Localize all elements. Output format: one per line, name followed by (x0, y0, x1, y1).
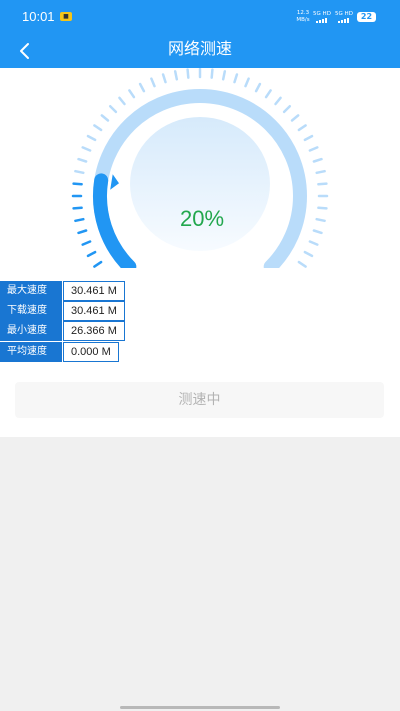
gauge-tick (72, 182, 83, 186)
stat-label: 平均速度 (0, 342, 62, 362)
back-icon[interactable] (10, 36, 40, 66)
gauge-tick (173, 70, 179, 81)
status-time: 10:01 (22, 9, 55, 24)
gauge-tick (81, 146, 92, 152)
gauge-tick (186, 68, 190, 79)
gauge-tick (93, 260, 103, 268)
gauge-tick (108, 104, 118, 114)
gauge-tick (317, 182, 328, 186)
stat-label: 最小速度 (0, 321, 62, 341)
gauge-tick (161, 73, 167, 84)
gauge-tick (244, 77, 250, 88)
gauge-tick (308, 146, 319, 152)
gauge-progress-arc (92, 173, 137, 268)
gauge-tick (93, 124, 103, 132)
gauge-tick (308, 240, 319, 246)
gauge-tick (274, 96, 282, 106)
gauge-tick (282, 104, 292, 114)
gauge-tick (150, 77, 156, 88)
speed-progress-value: 20% (179, 206, 225, 231)
gauge-tick (77, 229, 88, 235)
gauge-tick (138, 82, 146, 93)
gauge-tick (72, 206, 83, 210)
gauge-tick (86, 250, 97, 258)
gauge-tick (233, 73, 239, 84)
gauge-tick (312, 229, 323, 235)
gauge-tick (297, 260, 307, 268)
gauge-needle-icon (110, 174, 119, 190)
signal-bars-icon (316, 17, 327, 23)
stat-value: 30.461 M (63, 281, 125, 301)
status-bar: 10:01 ■ 12.3 MB/s 5G HD 5G HD 22 (0, 0, 400, 34)
stat-value: 26.366 M (63, 321, 125, 341)
gauge-tick (210, 68, 214, 79)
gauge-tick (297, 124, 307, 132)
speed-test-button[interactable]: 测速中 (15, 382, 384, 418)
gauge-tick (118, 96, 126, 106)
signal-bars-icon (338, 17, 349, 23)
network-speed-indicator: 12.3 MB/s (294, 10, 312, 23)
gauge-tick (315, 217, 326, 223)
home-indicator[interactable] (120, 706, 280, 709)
gauge-tick (128, 89, 136, 99)
gauge-tick (74, 217, 85, 223)
gauge-tick (86, 134, 97, 142)
gauge-tick (317, 206, 328, 210)
gauge-tick (303, 250, 314, 258)
signal-5g-icon: 5G HD (312, 11, 332, 25)
gauge-tick (100, 114, 110, 122)
gauge-tick (74, 169, 85, 175)
stat-label: 下载速度 (0, 301, 62, 321)
page-title: 网络测速 (167, 39, 232, 58)
gauge-tick (77, 157, 88, 163)
gauge-tick (290, 114, 300, 122)
stat-value: 0.000 M (63, 342, 119, 362)
notification-icon: ■ (60, 12, 72, 21)
gauge-tick (81, 240, 92, 246)
speed-test-panel: 20% 最大速度 30.461 M 下载速度 30.461 M 最小速度 26.… (0, 68, 400, 437)
stat-value: 30.461 M (63, 301, 125, 321)
gauge-tick (221, 70, 227, 81)
speed-gauge (71, 68, 329, 268)
network-speed-unit: MB/s (296, 16, 310, 23)
app-header: 网络测速 (0, 34, 400, 68)
gauge-tick (264, 89, 272, 99)
gauge-tick (312, 157, 323, 163)
gauge-tick (303, 134, 314, 142)
stat-label: 最大速度 (0, 281, 62, 301)
battery-icon: 22 (357, 12, 376, 22)
signal-5g-icon: 5G HD (334, 11, 354, 25)
gauge-tick (254, 82, 262, 93)
gauge-tick (315, 169, 326, 175)
